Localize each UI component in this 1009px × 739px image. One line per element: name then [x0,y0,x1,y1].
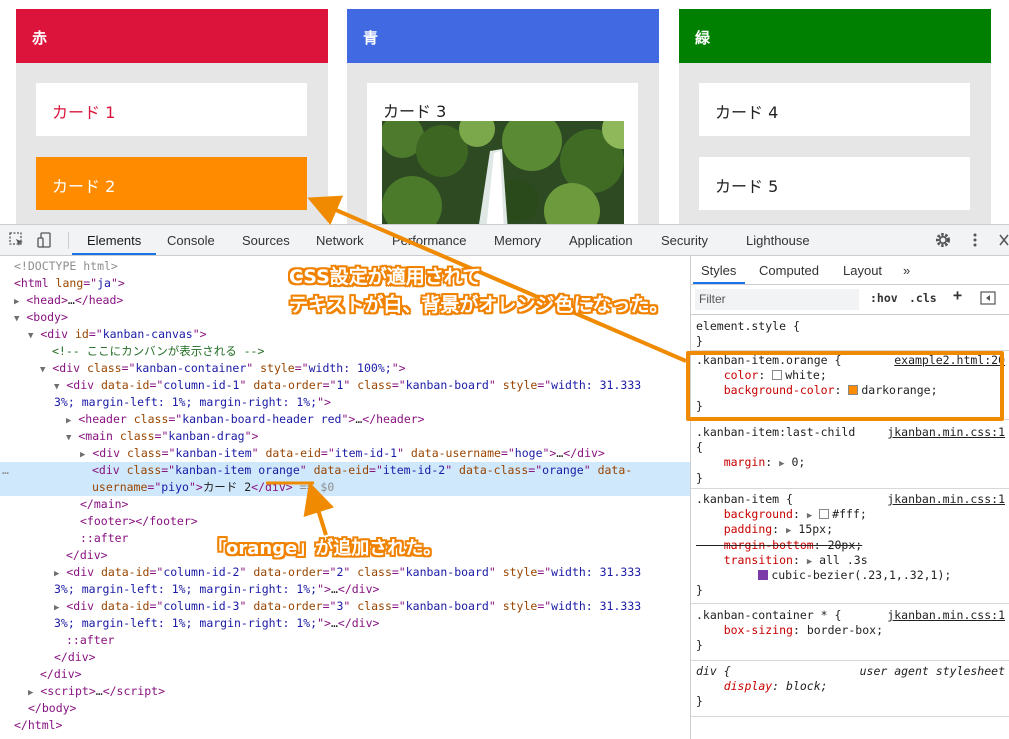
styles-filter-input[interactable]: Filter [695,289,859,310]
highlight-box-orange-rule [686,351,1004,421]
callout-css-applied-line1: CSS設定が適用されて [289,266,482,288]
rule-div-user-agent[interactable]: div {user agent stylesheet display: bloc… [691,662,1009,717]
board-header-red: 赤 [16,9,328,63]
more-tabs-chevron-icon[interactable]: » [903,263,910,278]
kanban-card-3-label: カード 3 [383,102,447,121]
tab-styles[interactable]: Styles [701,263,736,278]
dom-column-1-cont[interactable]: 3%; margin-left: 1%; margin-right: 1%;"> [0,394,690,411]
dom-canvas-close[interactable]: </div> [0,666,690,683]
tab-lighthouse[interactable]: Lighthouse [746,233,810,248]
new-rule-button[interactable]: + [953,287,962,303]
board-red: 赤 カード 1 カード 2 [16,9,328,224]
styles-tabs: Styles Computed Layout » [691,256,1009,285]
dom-column-3-cont[interactable]: 3%; margin-left: 1%; margin-right: 1%;">… [0,615,690,632]
tab-elements[interactable]: Elements [87,233,141,248]
inspect-element-icon[interactable] [8,231,26,249]
waterfall-image [382,121,624,224]
dom-comment[interactable]: <!-- ここにカンバンが表示される --> [0,343,690,360]
device-toolbar-icon[interactable] [36,231,54,249]
dom-item-2-cont[interactable]: username="piyo">カード 2</div> == $0 [0,479,690,496]
toggle-sidebar-icon[interactable] [980,290,996,310]
close-devtools-icon[interactable] [996,231,1009,249]
tab-sources[interactable]: Sources [242,233,290,248]
kanban-card-5[interactable]: カード 5 [699,157,970,210]
tab-console[interactable]: Console [167,233,215,248]
styles-filter-row: Filter :hov .cls + [691,285,1009,315]
tab-performance[interactable]: Performance [392,233,466,248]
kanban-page: 赤 カード 1 カード 2 青 カード 3 緑 カード 4 カード 5 [0,0,1009,224]
rule-kanban-item[interactable]: .kanban-item {jkanban.min.css:1 backgrou… [691,490,1009,604]
tab-network[interactable]: Network [316,233,364,248]
board-green: 緑 カード 4 カード 5 [679,9,991,224]
dom-tree[interactable]: <!DOCTYPE html> <html lang="ja"> ▶ <head… [0,256,690,739]
dom-after-2[interactable]: ::after [0,632,690,649]
class-toggle-button[interactable]: .cls [909,291,937,306]
tab-layout[interactable]: Layout [843,263,882,278]
tab-security[interactable]: Security [661,233,708,248]
rule-kanban-container-all[interactable]: .kanban-container * {jkanban.min.css:1 b… [691,606,1009,661]
dom-footer[interactable]: <footer></footer> [0,513,690,530]
board-blue: 青 カード 3 [347,9,659,224]
dom-body-close[interactable]: </body> [0,700,690,717]
rule-kanban-item-last-child[interactable]: .kanban-item:last-child jkanban.min.css:1… [691,423,1009,489]
callout-css-applied-line2: テキストが白、背景がオレンジ色になった。 [289,294,669,316]
dom-html-close[interactable]: </html> [0,717,690,734]
dom-container-close[interactable]: </div> [0,649,690,666]
dom-main-close[interactable]: </main> [0,496,690,513]
bezier-editor-icon[interactable] [758,569,769,580]
dom-column-2-cont[interactable]: 3%; margin-left: 1%; margin-right: 1%;">… [0,581,690,598]
board-header-blue: 青 [347,9,659,63]
callout-orange-added: 「orange」が追加された。 [208,538,442,559]
kanban-card-3[interactable]: カード 3 [367,83,638,224]
board-header-green: 緑 [679,9,991,63]
more-options-icon[interactable] [966,231,984,249]
tab-memory[interactable]: Memory [494,233,541,248]
kanban-card-4[interactable]: カード 4 [699,83,970,136]
added-class-orange: orange [258,463,300,477]
kanban-card-1[interactable]: カード 1 [36,83,307,136]
tab-application[interactable]: Application [569,233,633,248]
toolbar-separator [68,232,69,249]
color-swatch-fff[interactable] [819,509,830,520]
rule-element-style[interactable]: element.style { } [691,317,1009,351]
tab-computed[interactable]: Computed [759,263,819,278]
hover-state-button[interactable]: :hov [870,291,898,306]
active-tab-indicator [72,253,156,255]
styles-pane: Styles Computed Layout » Filter :hov .cl… [691,256,1009,739]
settings-gear-icon[interactable] [934,231,952,249]
dom-item-2-selected[interactable]: … <div class="kanban-item orange" data-ei… [0,462,690,479]
kanban-card-2[interactable]: カード 2 [36,157,307,210]
styles-tab-indicator [693,282,745,284]
devtools-toolbar: Elements Console Sources Network Perform… [0,225,1009,256]
